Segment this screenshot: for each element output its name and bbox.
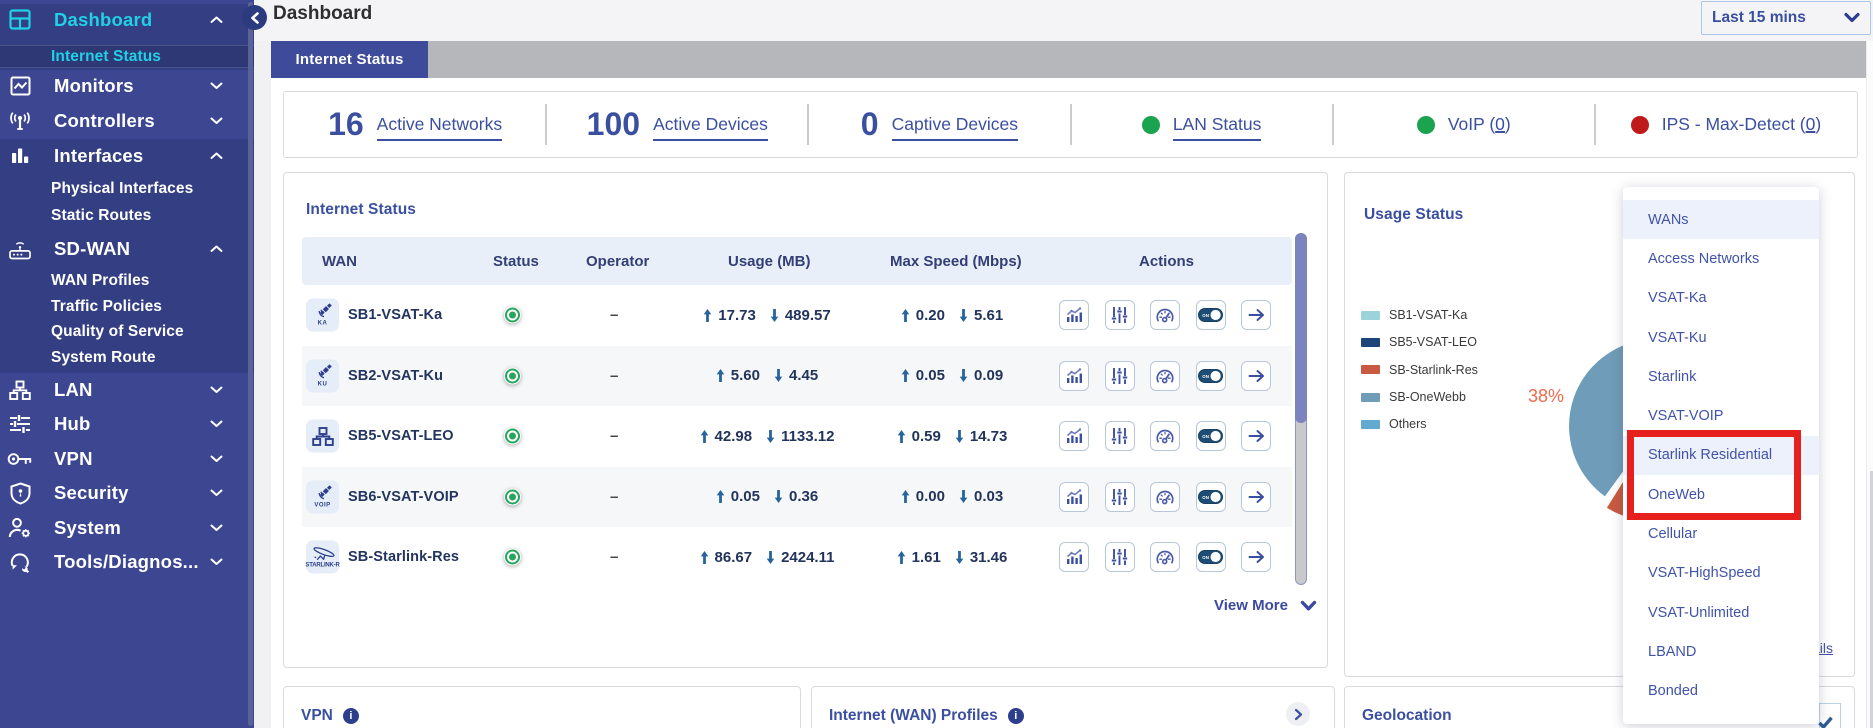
svg-text:ON: ON — [1202, 495, 1209, 500]
svg-text:ON: ON — [1202, 374, 1209, 379]
svg-text:ON: ON — [1202, 555, 1209, 560]
svg-text:ON: ON — [1202, 313, 1209, 318]
svg-text:ON: ON — [1202, 434, 1209, 439]
